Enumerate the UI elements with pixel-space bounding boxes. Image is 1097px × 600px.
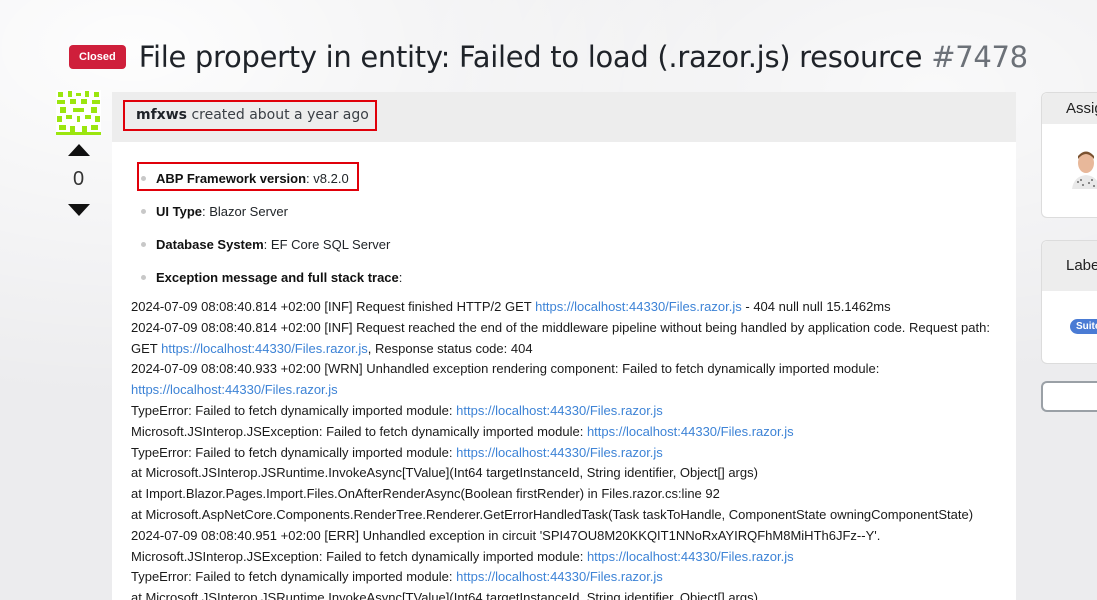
log-line: at Microsoft.AspNetCore.Components.Rende… [131, 505, 1001, 526]
log-text: TypeError: Failed to fetch dynamically i… [131, 444, 457, 460]
log-line: at Microsoft.JSInterop.JSRuntime.InvokeA… [131, 463, 1001, 484]
log-link[interactable]: https://localhost:44330/Files.razor.js [131, 382, 338, 397]
assignees-heading: Assignees [1042, 93, 1097, 124]
created-time: created about a year ago [191, 107, 369, 123]
log-link[interactable]: https://localhost:44330/Files.razor.js [587, 424, 794, 439]
log-text: 2024-07-09 08:08:40.933 +02:00 [WRN] Unh… [131, 361, 880, 377]
labels-panel: Labels Suite [1041, 240, 1097, 364]
stack-trace-log: 2024-07-09 08:08:40.814 +02:00 [INF] Req… [131, 297, 1001, 600]
log-text: Microsoft.JSInterop.JSException: Failed … [131, 548, 587, 564]
field-value: : EF Core SQL Server [263, 237, 391, 252]
status-badge: Closed [69, 45, 126, 69]
assignees-panel: Assignees [1041, 92, 1097, 218]
log-text: at Microsoft.JSInterop.JSRuntime.InvokeA… [131, 590, 758, 600]
log-line: at Import.Blazor.Pages.Import.Files.OnAf… [131, 484, 1001, 505]
log-text: at Microsoft.JSInterop.JSRuntime.InvokeA… [131, 465, 758, 481]
issue-card-header: mfxws created about a year ago [112, 92, 1016, 142]
log-text: 2024-07-09 08:08:40.814 +02:00 [INF] Req… [131, 299, 536, 314]
field-label: Exception message and full stack trace [156, 270, 399, 285]
log-line: 2024-07-09 08:08:40.933 +02:00 [WRN] Unh… [131, 359, 1001, 380]
log-text: at Microsoft.AspNetCore.Components.Rende… [131, 506, 974, 522]
downvote-icon[interactable] [68, 204, 90, 216]
log-text: , Response status code: 404 [367, 340, 533, 356]
log-text: 2024-07-09 08:08:40.814 +02:00 [INF] Req… [131, 319, 990, 335]
version-highlight-box [137, 162, 359, 191]
log-text: TypeError: Failed to fetch dynamically i… [131, 569, 457, 585]
log-link[interactable]: https://localhost:44330/Files.razor.js [161, 341, 368, 356]
list-item: Database System: EF Core SQL Server [138, 228, 998, 261]
log-text: Microsoft.JSInterop.JSException: Failed … [131, 423, 587, 439]
sidebar-action-button[interactable] [1041, 381, 1097, 412]
labels-heading: Labels [1042, 241, 1097, 291]
label-pill[interactable]: Suite [1070, 319, 1097, 334]
assignee-avatar[interactable] [1070, 149, 1097, 189]
log-line: 2024-07-09 08:08:40.951 +02:00 [ERR] Unh… [131, 526, 1001, 547]
field-value: : [398, 270, 403, 285]
log-text: - 404 null null 15.1462ms [741, 299, 891, 314]
upvote-icon[interactable] [68, 144, 90, 156]
log-text: TypeError: Failed to fetch dynamically i… [131, 402, 457, 418]
page-title: File property in entity: Failed to load … [139, 40, 1028, 74]
log-line: TypeError: Failed to fetch dynamically i… [131, 567, 1001, 588]
log-line: GET https://localhost:44330/Files.razor.… [131, 339, 1001, 360]
log-link[interactable]: https://localhost:44330/Files.razor.js [456, 445, 663, 460]
log-line: https://localhost:44330/Files.razor.js [131, 380, 1001, 401]
log-line: Microsoft.JSInterop.JSException: Failed … [131, 547, 1001, 568]
log-link[interactable]: https://localhost:44330/Files.razor.js [456, 403, 663, 418]
issue-title-text: File property in entity: Failed to load … [138, 40, 923, 74]
list-item: UI Type: Blazor Server [138, 195, 998, 228]
field-value: : Blazor Server [202, 204, 288, 219]
log-link[interactable]: https://localhost:44330/Files.razor.js [587, 549, 794, 564]
author-line: mfxws created about a year ago [123, 100, 377, 131]
issue-number: #7478 [931, 40, 1028, 74]
author-avatar[interactable] [56, 90, 101, 135]
log-line: 2024-07-09 08:08:40.814 +02:00 [INF] Req… [131, 318, 1001, 339]
field-label: UI Type [156, 204, 202, 219]
vote-count: 0 [72, 168, 85, 190]
list-item: Exception message and full stack trace: [138, 261, 998, 294]
log-text: 2024-07-09 08:08:40.951 +02:00 [ERR] Unh… [131, 527, 881, 543]
log-line: Microsoft.JSInterop.JSException: Failed … [131, 422, 1001, 443]
log-line: 2024-07-09 08:08:40.814 +02:00 [INF] Req… [131, 297, 1001, 318]
log-line: TypeError: Failed to fetch dynamically i… [131, 443, 1001, 464]
field-label: Database System [156, 237, 264, 252]
log-link[interactable]: https://localhost:44330/Files.razor.js [535, 299, 742, 314]
log-text: GET [131, 340, 162, 356]
issue-header: Closed File property in entity: Failed t… [69, 36, 1028, 78]
author-name[interactable]: mfxws [136, 107, 187, 123]
log-line: at Microsoft.JSInterop.JSRuntime.InvokeA… [131, 588, 1001, 600]
log-text: at Import.Blazor.Pages.Import.Files.OnAf… [131, 486, 720, 502]
log-line: TypeError: Failed to fetch dynamically i… [131, 401, 1001, 422]
log-link[interactable]: https://localhost:44330/Files.razor.js [456, 569, 663, 584]
